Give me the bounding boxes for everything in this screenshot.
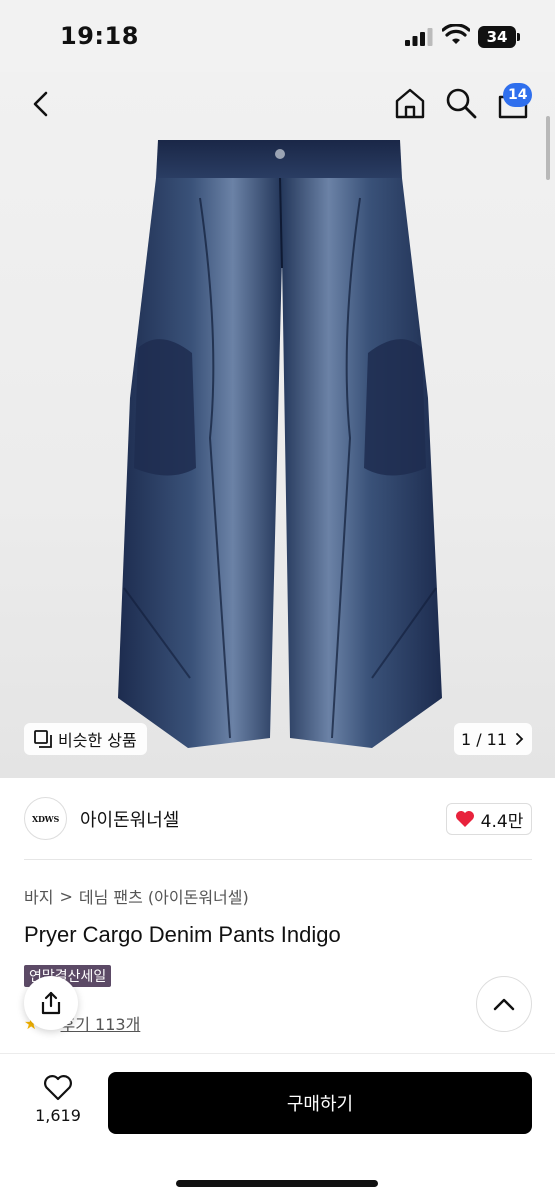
brand-like-count: 4.4만 xyxy=(480,811,524,832)
product-title: Pryer Cargo Denim Pants Indigo xyxy=(24,922,341,947)
share-icon xyxy=(41,991,61,1015)
wifi-icon xyxy=(442,24,470,44)
scrollbar[interactable] xyxy=(546,116,550,180)
home-indicator xyxy=(176,1180,378,1187)
similar-items-button[interactable]: 비슷한 상품 xyxy=(24,723,147,755)
brand-logo[interactable]: XDWS xyxy=(24,797,67,840)
divider xyxy=(24,859,532,860)
product-image[interactable] xyxy=(110,138,450,758)
breadcrumb-separator: > xyxy=(59,886,73,906)
brand-name[interactable]: 아이돈워너셀 xyxy=(80,806,179,832)
status-bar: 19:18 34 xyxy=(0,0,555,72)
brand-logo-text: XDWS xyxy=(31,813,60,824)
wishlist-button[interactable]: 1,619 xyxy=(30,1074,86,1134)
buy-button[interactable]: 구매하기 xyxy=(108,1072,532,1134)
image-pager[interactable]: 1 / 11 xyxy=(454,723,532,755)
chevron-up-icon xyxy=(493,998,515,1011)
signal-icon xyxy=(405,28,433,46)
scroll-to-top-button[interactable] xyxy=(476,976,532,1032)
brand-like-button[interactable]: 4.4만 xyxy=(446,803,532,835)
chevron-right-icon xyxy=(516,733,524,745)
home-icon[interactable] xyxy=(393,86,427,120)
battery-indicator: 34 xyxy=(478,26,516,48)
page-indicator: 1 / 11 xyxy=(460,729,508,749)
search-icon[interactable] xyxy=(444,86,478,120)
back-icon[interactable] xyxy=(26,88,56,120)
wishlist-count: 1,619 xyxy=(35,1106,81,1125)
share-button[interactable] xyxy=(24,976,78,1030)
breadcrumb-subcategory[interactable]: 데님 팬츠 (아이돈워너셀) xyxy=(79,884,249,908)
heart-outline-icon xyxy=(44,1075,72,1101)
breadcrumb: 바지 > 데님 팬츠 (아이돈워너셀) xyxy=(24,884,249,908)
status-time: 19:18 xyxy=(60,22,139,50)
heart-icon xyxy=(455,811,474,827)
cart-count-badge: 14 xyxy=(503,83,533,107)
battery-tip xyxy=(517,33,520,41)
similar-items-label: 비슷한 상품 xyxy=(58,731,137,750)
similar-items-icon xyxy=(34,730,52,748)
breadcrumb-category[interactable]: 바지 xyxy=(24,884,53,908)
